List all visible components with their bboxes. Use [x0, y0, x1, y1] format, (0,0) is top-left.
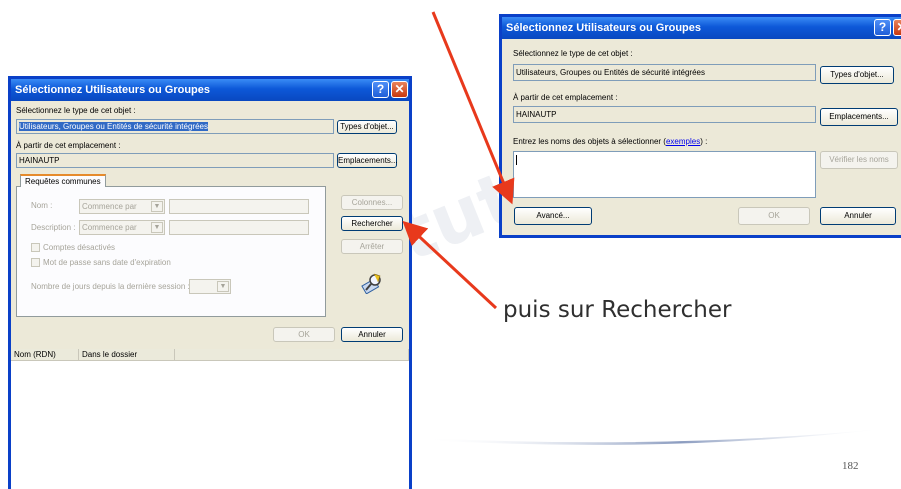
arrow-to-advanced: [431, 11, 515, 205]
annotation-arrows: [402, 11, 515, 310]
arrow-to-search: [402, 220, 498, 310]
